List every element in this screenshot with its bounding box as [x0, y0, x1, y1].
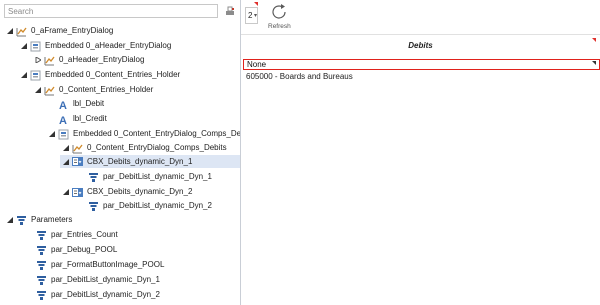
tree-item-par-debug-pool[interactable]: par_Debug_POOL — [36, 244, 117, 256]
tree-item-label: lbl_Credit — [73, 114, 107, 123]
tree-item-lbl-debit[interactable]: A lbl_Debit — [58, 98, 104, 110]
tree-item-par-entries-count[interactable]: par_Entries_Count — [36, 229, 118, 241]
refresh-button[interactable]: Refresh — [267, 2, 293, 32]
embedded-icon — [30, 41, 41, 52]
tree-item-aframe[interactable]: 0_aFrame_EntryDialog — [6, 25, 113, 37]
tree-item-label: Embedded 0_Content_Entries_Holder — [45, 70, 181, 79]
tree-item-label: Embedded 0_Content_EntryDialog_Comps_Deb… — [73, 129, 254, 138]
svg-text:A: A — [59, 115, 67, 125]
parameter-icon — [88, 201, 99, 212]
tree-item-label: par_Entries_Count — [51, 230, 118, 239]
tree-item-label: CBX_Debits_dynamic_Dyn_1 — [87, 156, 193, 166]
tree-item-cbx-dyn1[interactable]: CBX_Debits_dynamic_Dyn_1 — [60, 155, 240, 168]
dropdown-corner-icon[interactable] — [592, 61, 596, 65]
debits-column-header: Debits — [241, 36, 600, 56]
tree-item-embedded-entries[interactable]: Embedded 0_Content_Entries_Holder — [20, 69, 180, 81]
count-dropdown-value: 2 — [248, 11, 253, 20]
list-item[interactable]: 605000 - Boards and Bureaus — [246, 72, 353, 81]
text-label-icon: A — [58, 99, 69, 110]
tree-item-label: 0_aHeader_EntryDialog — [59, 55, 145, 64]
tree-item-entries-holder[interactable]: 0_Content_Entries_Holder — [34, 84, 153, 96]
outline-panel: 0_aFrame_EntryDialog Embedded 0_aHeader_… — [0, 0, 254, 305]
combobox-icon — [72, 187, 83, 198]
expand-toggle-icon[interactable] — [34, 56, 42, 64]
column-header-title: Debits — [408, 41, 433, 50]
frame-icon — [44, 55, 55, 66]
parameter-icon — [36, 230, 47, 241]
collapse-toggle-icon[interactable] — [20, 42, 28, 50]
tree-item-label: par_DebitList_dynamic_Dyn_1 — [103, 172, 212, 181]
tree-item-label: lbl_Debit — [73, 99, 105, 108]
parameter-icon — [88, 172, 99, 183]
collapse-toggle-icon[interactable] — [6, 216, 14, 224]
collapse-toggle-icon[interactable] — [20, 71, 28, 79]
refresh-label: Refresh — [268, 23, 291, 30]
modified-marker-icon — [592, 38, 596, 42]
tree-item-comps-debits[interactable]: 0_Content_EntryDialog_Comps_Debits — [62, 142, 227, 154]
combobox-icon — [72, 156, 83, 167]
svg-text:A: A — [59, 100, 67, 110]
tree-item-embedded-comps-debits[interactable]: Embedded 0_Content_EntryDialog_Comps_Deb… — [48, 128, 254, 140]
search-box[interactable] — [4, 4, 218, 18]
tree-item-label: par_DebitList_dynamic_Dyn_2 — [51, 290, 160, 299]
frame-icon — [72, 143, 83, 154]
collapse-toggle-icon[interactable] — [6, 27, 14, 35]
count-dropdown[interactable]: 2 ▾ — [245, 7, 258, 24]
collapse-toggle-icon[interactable] — [62, 188, 70, 196]
collapse-toggle-icon[interactable] — [62, 144, 70, 152]
search-options-icon[interactable] — [224, 5, 236, 17]
parameter-icon — [36, 245, 47, 256]
tree-item-label: par_DebitList_dynamic_Dyn_2 — [103, 201, 212, 210]
preview-panel: 2 ▾ Refresh Debits None 605000 - Boards … — [241, 0, 600, 305]
tree-item-label: CBX_Debits_dynamic_Dyn_2 — [87, 187, 193, 196]
refresh-icon — [272, 4, 286, 19]
debits-combobox[interactable]: None — [243, 59, 600, 70]
frame-icon — [16, 26, 27, 37]
tree-item-label: par_FormatButtonImage_POOL — [51, 260, 165, 269]
tree-item-parameters[interactable]: Parameters — [6, 214, 72, 226]
parameter-icon — [36, 290, 47, 301]
search-input[interactable] — [5, 5, 208, 17]
tree-item-par-debitlist-dyn1[interactable]: par_DebitList_dynamic_Dyn_1 — [36, 274, 160, 286]
tree-item-par-debitlist-dyn2[interactable]: par_DebitList_dynamic_Dyn_2 — [36, 289, 160, 301]
tree-item-par-debitlist-dyn2-child[interactable]: par_DebitList_dynamic_Dyn_2 — [88, 200, 212, 212]
tree-item-par-debitlist-dyn1-child[interactable]: par_DebitList_dynamic_Dyn_1 — [88, 171, 212, 183]
frame-icon — [44, 85, 55, 96]
tree-item-label: 0_Content_EntryDialog_Comps_Debits — [87, 143, 227, 152]
combobox-value: None — [247, 60, 267, 69]
collapse-toggle-icon[interactable] — [48, 130, 56, 138]
tree-item-aheader[interactable]: 0_aHeader_EntryDialog — [34, 54, 144, 66]
toolbar-separator — [241, 34, 600, 35]
tree-item-label: Parameters — [31, 215, 73, 224]
parameter-icon — [36, 260, 47, 271]
collapse-toggle-icon[interactable] — [62, 158, 70, 166]
text-label-icon: A — [58, 114, 69, 125]
chevron-down-icon: ▾ — [254, 13, 258, 19]
tree-item-cbx-dyn2[interactable]: CBX_Debits_dynamic_Dyn_2 — [62, 186, 192, 198]
tree-item-lbl-credit[interactable]: A lbl_Credit — [58, 113, 107, 125]
tree-item-embedded-header[interactable]: Embedded 0_aHeader_EntryDialog — [20, 40, 171, 52]
parameters-folder-icon — [16, 215, 27, 226]
tree-item-label: 0_aFrame_EntryDialog — [31, 26, 114, 35]
embedded-icon — [30, 70, 41, 81]
preview-toolbar: 2 ▾ Refresh — [241, 0, 600, 34]
tree-item-label: Embedded 0_aHeader_EntryDialog — [45, 41, 172, 50]
parameter-icon — [36, 275, 47, 286]
tree-item-label: 0_Content_Entries_Holder — [59, 85, 154, 94]
modified-marker-icon — [254, 2, 258, 6]
collapse-toggle-icon[interactable] — [34, 86, 42, 94]
tree-item-label: par_DebitList_dynamic_Dyn_1 — [51, 275, 160, 284]
tree-item-par-formatbuttonimage-pool[interactable]: par_FormatButtonImage_POOL — [36, 259, 164, 271]
tree-item-label: par_Debug_POOL — [51, 245, 118, 254]
embedded-icon — [58, 129, 69, 140]
